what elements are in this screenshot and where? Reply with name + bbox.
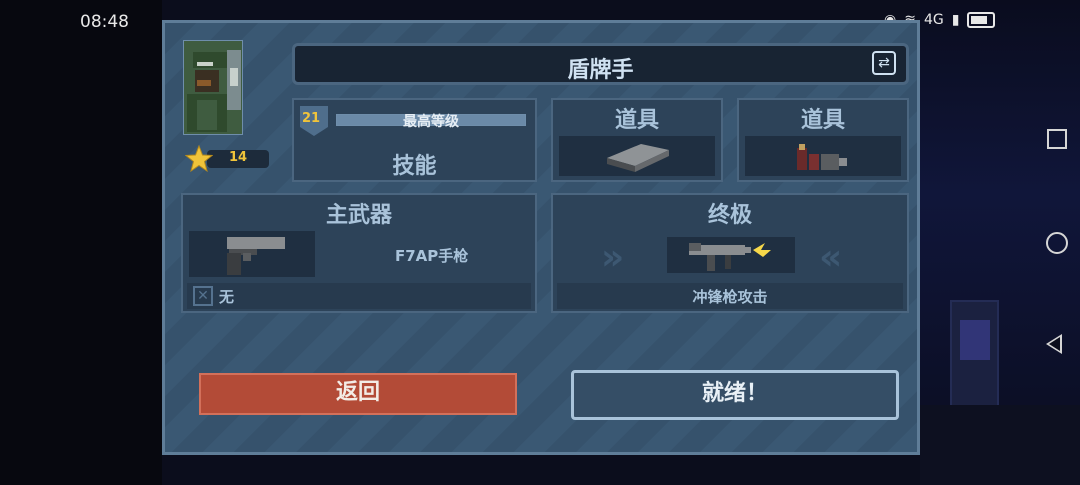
hero-portrait[interactable] [183,40,243,135]
back-nav-button[interactable] [1046,334,1062,354]
item-frame-2 [745,136,901,176]
hero-title-bar: 盾牌手 ⇄ [292,43,909,85]
skill-box[interactable]: 21 最高等级 技能 [292,98,537,182]
bullets-icon [797,144,847,170]
ultimate-frame [667,237,795,273]
character-panel: 14 盾牌手 ⇄ 21 最高等级 技能 道具 道具 主武器 F7AP手枪 ✕ 无… [162,20,920,455]
ultimate-title: 终极 [707,203,752,228]
status-time: 08:48 [80,12,129,32]
background-left [0,0,162,485]
back-button[interactable]: 返回 [199,373,517,415]
star-level: 14 [229,150,248,165]
ultimate-box[interactable]: 终极 » « 冲锋枪攻击 [551,193,909,313]
chevron-right-icon: » [601,237,624,278]
signal-icon: ▮ [951,12,960,28]
swap-hero-button[interactable]: ⇄ [872,51,896,75]
smg-icon [689,243,771,271]
main-weapon-title: 主武器 [325,203,392,228]
brick-icon [607,144,669,172]
hero-level: 21 [302,111,321,126]
ultimate-name: 冲锋枪攻击 [692,288,768,306]
ultimate-row: 冲锋枪攻击 [557,283,903,309]
chevron-left-icon: « [819,237,842,278]
secondary-weapon-row[interactable]: ✕ 无 [187,283,531,309]
recent-apps-button[interactable] [1047,129,1067,149]
main-weapon-name: F7AP手枪 [395,247,469,265]
main-weapon-box[interactable]: 主武器 F7AP手枪 ✕ 无 [181,193,537,313]
pistol-icon [227,237,285,275]
hero-name: 盾牌手 [567,58,634,83]
swap-icon: ⇄ [878,55,890,71]
secondary-weapon-name: 无 [219,288,235,306]
item-title-2: 道具 [800,108,845,133]
battery-icon [967,12,996,28]
ready-button[interactable]: 就绪！ [571,370,899,420]
item-slot-1[interactable]: 道具 [551,98,723,182]
star-badge: 14 [185,145,270,173]
background-light [960,320,990,360]
item-frame-1 [559,136,715,176]
item-title-1: 道具 [614,108,659,133]
xp-label: 最高等级 [403,114,459,130]
network-label: 4G [923,12,944,28]
background-floor [920,405,1080,485]
skill-label: 技能 [392,154,437,179]
item-slot-2[interactable]: 道具 [737,98,909,182]
empty-slot-icon: ✕ [193,286,213,306]
weapon-frame [189,231,315,277]
home-button[interactable] [1046,232,1068,254]
star-icon [185,145,213,173]
